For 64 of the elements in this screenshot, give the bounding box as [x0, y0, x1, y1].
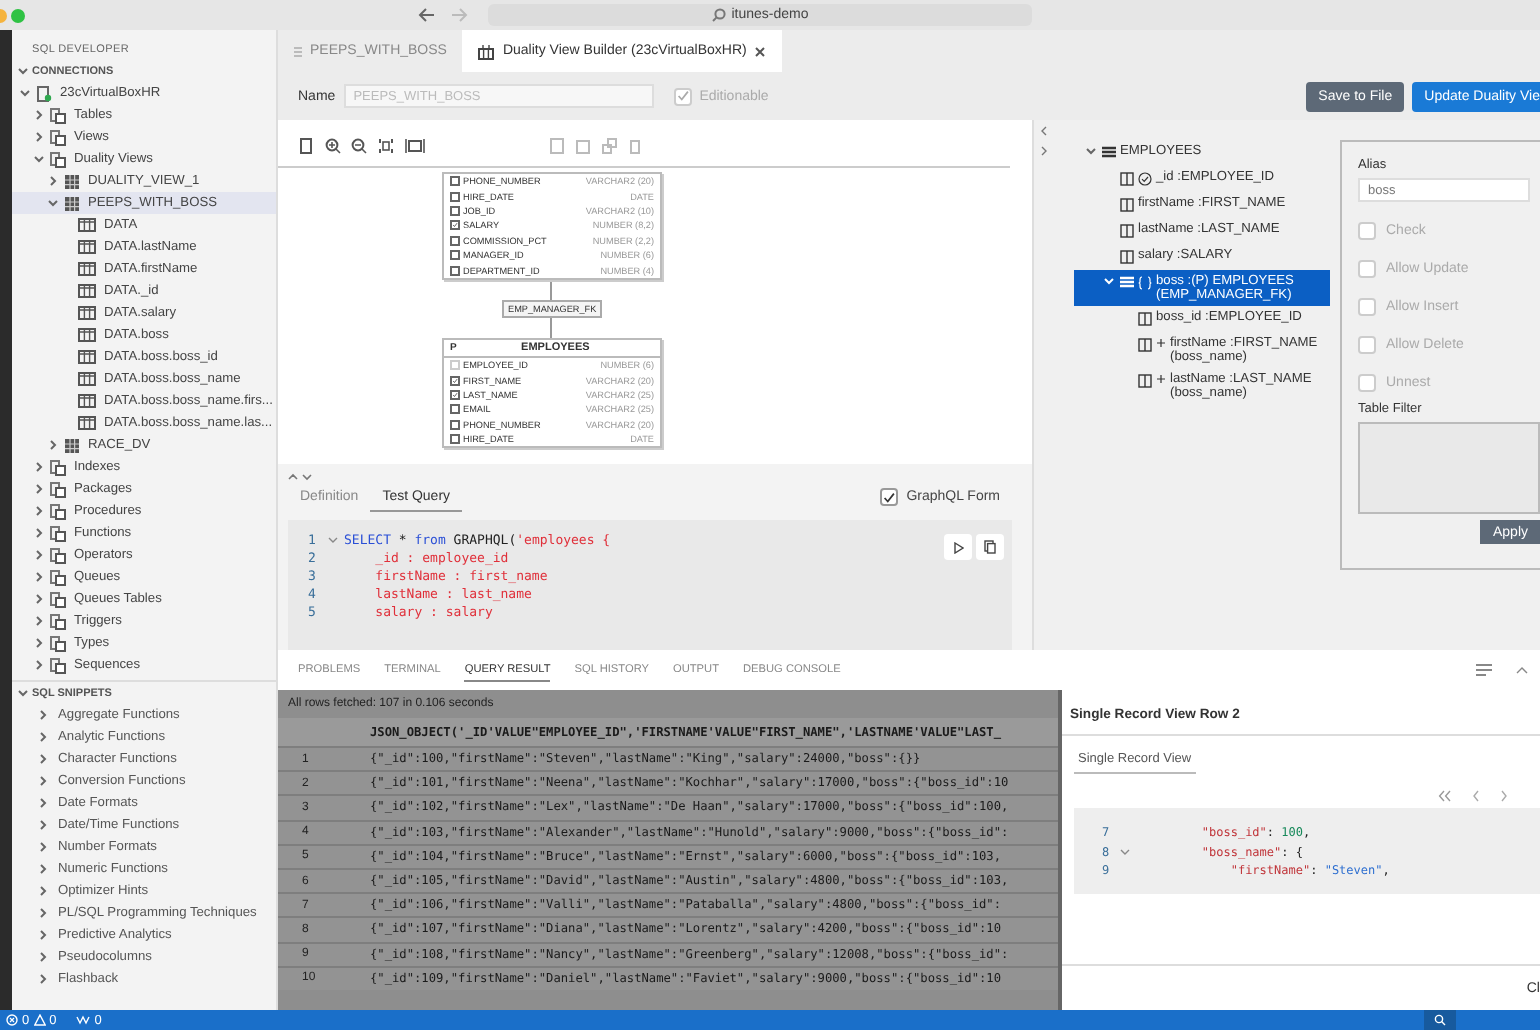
back-arrow-icon[interactable] — [418, 8, 436, 22]
columns-icon — [78, 240, 96, 254]
column-icon — [1138, 338, 1152, 352]
check-circle-icon — [1138, 172, 1152, 186]
columns-icon — [78, 372, 96, 386]
search-icon — [711, 8, 726, 22]
error-icon[interactable] — [6, 1014, 18, 1026]
collapse-toggle-icon[interactable] — [288, 472, 312, 482]
warning-icon[interactable] — [33, 1014, 46, 1026]
checkbox[interactable] — [450, 235, 460, 246]
copy-button[interactable] — [976, 534, 1004, 560]
columns-icon — [78, 350, 96, 364]
checkbox[interactable] — [450, 220, 460, 231]
fold-chevron-icon[interactable] — [328, 535, 338, 543]
caret-up-icon[interactable] — [1516, 666, 1528, 674]
column-icon — [1138, 374, 1152, 388]
checkbox[interactable] — [450, 375, 460, 386]
table-icon — [64, 195, 80, 211]
close-icon[interactable] — [754, 45, 767, 57]
columns-icon — [78, 284, 96, 298]
table-icon — [64, 173, 80, 189]
play-icon — [953, 541, 963, 553]
lines-icon — [294, 45, 302, 57]
plus-icon — [1156, 374, 1166, 384]
braces-icon — [1138, 276, 1152, 290]
column-icon — [1120, 198, 1134, 212]
layout-icon[interactable] — [1476, 664, 1492, 676]
filter-field[interactable] — [1358, 422, 1540, 514]
columns-icon — [78, 306, 96, 320]
search-icon — [1434, 1014, 1446, 1026]
ports-icon[interactable] — [76, 1014, 91, 1026]
builder-icon — [478, 43, 495, 59]
table-icon — [1120, 276, 1134, 290]
collapse-left-icon[interactable] — [1040, 126, 1048, 136]
checkbox[interactable] — [450, 419, 460, 430]
checkbox[interactable] — [450, 389, 460, 400]
column-icon — [1120, 250, 1134, 264]
checkbox[interactable] — [450, 250, 460, 261]
copy-icon — [984, 540, 996, 554]
fold-chevron-icon[interactable] — [1120, 848, 1130, 857]
disabled-toolbar-icon — [550, 138, 642, 154]
column-icon — [1138, 312, 1152, 326]
table-icon — [64, 437, 80, 453]
zoom-button[interactable] — [1424, 1010, 1456, 1030]
column-icon — [1120, 172, 1134, 186]
checkbox[interactable] — [450, 404, 460, 415]
checkbox[interactable] — [880, 488, 899, 506]
columns-icon — [78, 328, 96, 342]
expand-right-icon[interactable] — [1040, 146, 1048, 156]
plus-icon — [1156, 338, 1166, 348]
columns-icon — [78, 394, 96, 408]
checkbox[interactable] — [450, 205, 460, 216]
checkbox[interactable] — [450, 176, 460, 187]
columns-icon — [78, 416, 96, 430]
first-record-icon[interactable] — [1438, 790, 1452, 802]
checkbox[interactable] — [450, 265, 460, 276]
table-icon — [1102, 146, 1116, 160]
column-icon — [1120, 224, 1134, 238]
checkbox[interactable] — [450, 191, 460, 202]
database-icon — [36, 85, 52, 101]
columns-icon — [78, 218, 96, 232]
run-button[interactable] — [944, 534, 972, 560]
checkbox[interactable] — [450, 434, 460, 445]
columns-icon — [78, 262, 96, 276]
